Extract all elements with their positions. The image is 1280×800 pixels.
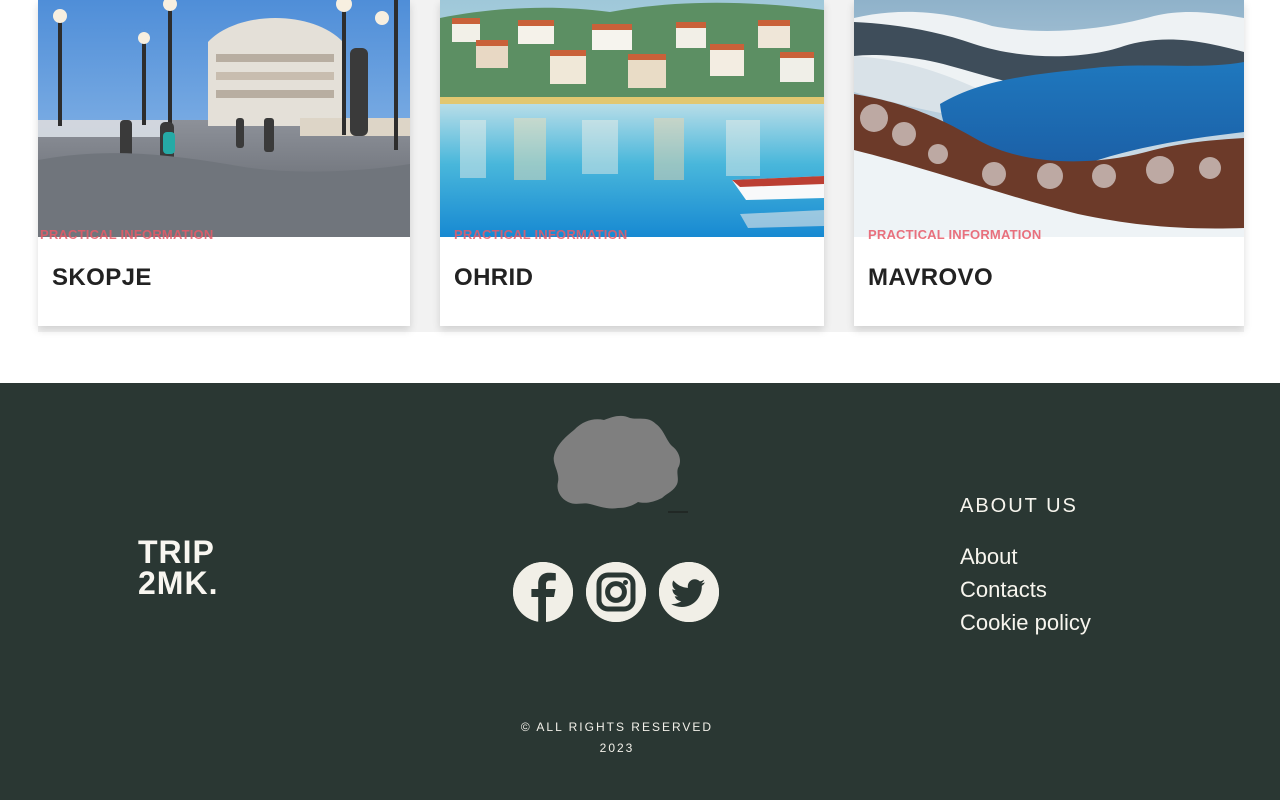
destination-card-mavrovo[interactable]: Practical information MAVROVO [854,0,1244,326]
card-category: Practical information [40,227,214,242]
card-title: OHRID [454,264,534,291]
card-title: MAVROVO [868,264,994,291]
destinations-section: Practical information SKOPJE [0,0,1280,383]
instagram-icon [586,562,646,622]
social-links [513,562,723,622]
twitter-icon [659,562,719,622]
about-us-heading: ABOUT US [960,495,1078,517]
cookie-policy-link[interactable]: Cookie policy [960,608,1180,637]
about-links: About Contacts Cookie policy [960,542,1180,637]
copyright-line-1: © ALL RIGHTS RESERVED [520,720,714,734]
mavrovo-image [854,0,1244,237]
about-link[interactable]: About [960,542,1180,571]
facebook-icon [513,562,573,622]
copyright-year: 2023 [599,741,635,755]
macedonia-map-icon [550,410,690,515]
card-title: SKOPJE [52,264,152,291]
ohrid-image [440,0,824,237]
brand-line-2: 2MK. [138,565,219,601]
twitter-link[interactable] [659,562,719,622]
brand-line-1: TRIP [138,534,215,570]
instagram-link[interactable] [586,562,646,622]
brand-logo[interactable]: TRIP 2MK. [138,534,258,601]
skopje-image [38,0,410,237]
site-footer: TRIP 2MK. ABOUT US About Contacts Cookie… [0,383,1280,800]
destination-card-ohrid[interactable]: Practical information OHRID [440,0,824,326]
copyright: © ALL RIGHTS RESERVED 2023 [493,717,741,759]
card-category: Practical information [454,227,628,242]
contacts-link[interactable]: Contacts [960,575,1180,604]
about-us-section: ABOUT US About Contacts Cookie policy [960,495,1180,637]
facebook-link[interactable] [513,562,573,622]
card-category: Practical information [868,227,1042,242]
destination-card-skopje[interactable]: Practical information SKOPJE [38,0,410,326]
